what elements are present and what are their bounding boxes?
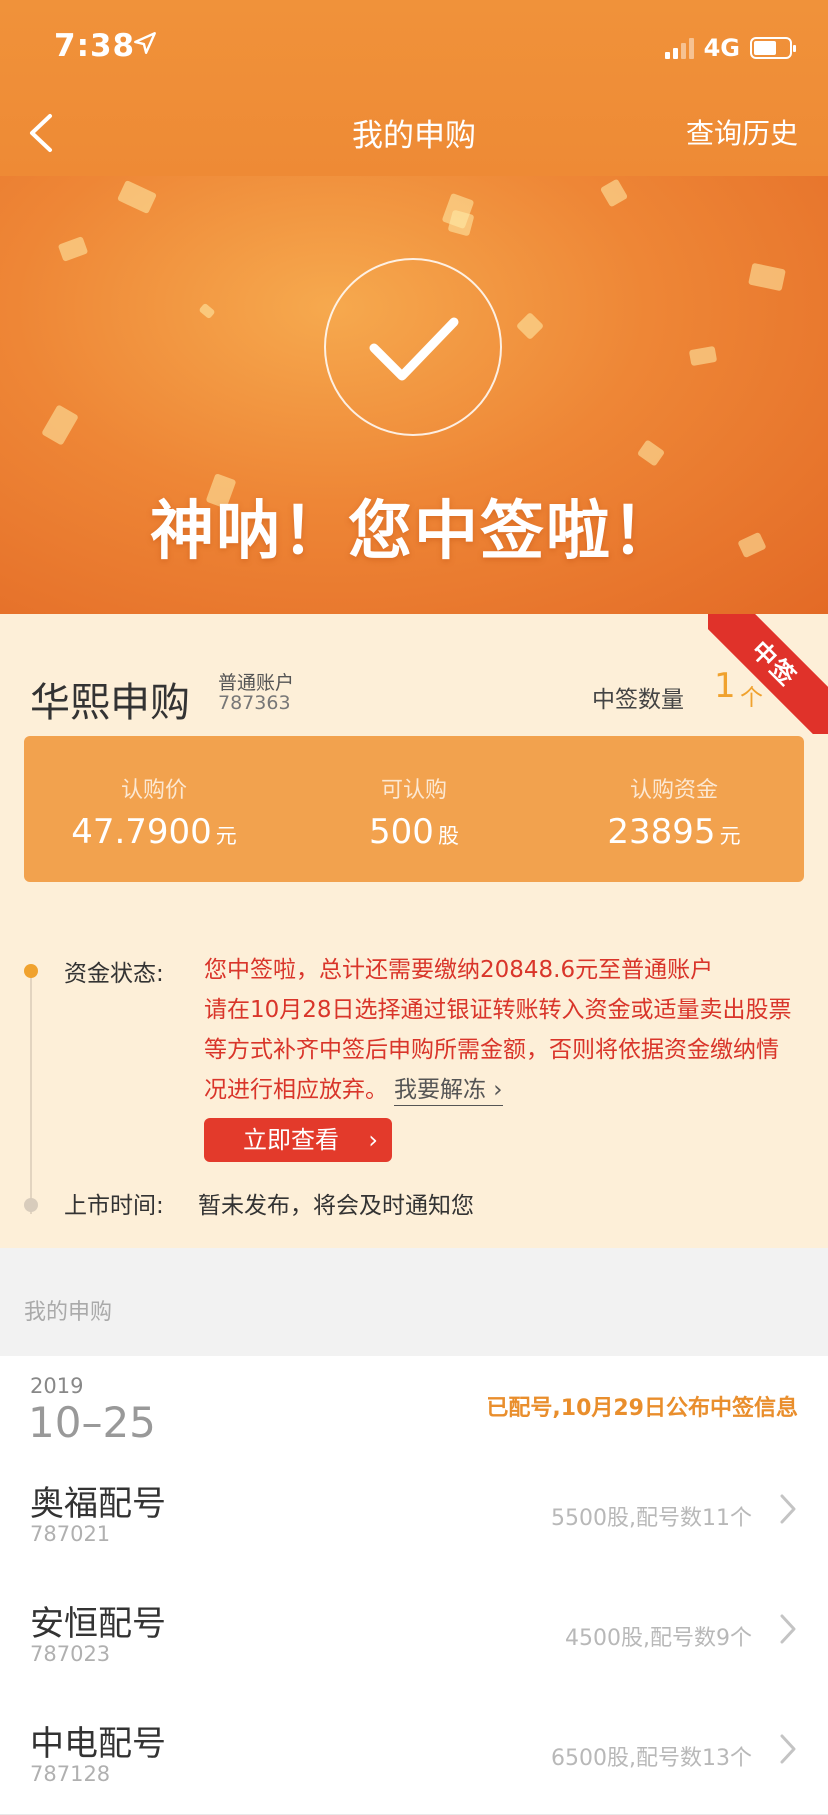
win-count-value: 1	[714, 666, 736, 706]
list-item[interactable]: 中电配号 787128 6500股,配号数13个	[0, 1694, 828, 1815]
confetti-decoration	[636, 439, 666, 467]
info-value-wrap: 23895 元	[544, 812, 804, 852]
battery-icon	[750, 37, 796, 59]
subscription-info-box: 认购价 47.7900 元 可认购 500 股 认购资金 23895 元	[24, 736, 804, 882]
info-value-wrap: 500 股	[284, 812, 544, 852]
confetti-decoration	[198, 302, 216, 320]
fund-status-label: 资金状态:	[64, 961, 164, 987]
item-name: 安恒配号	[30, 1604, 166, 1644]
info-funds: 认购资金 23895 元	[544, 736, 804, 852]
fund-status-text: 您中签啦，总计还需要缴纳20848.6元至普通账户 请在10月28日选择通过银证…	[204, 950, 800, 1110]
stock-name: 华熙申购	[30, 680, 190, 726]
info-label: 可认购	[380, 778, 447, 803]
confetti-decoration	[57, 236, 89, 262]
listing-time-value: 暂未发布，将会及时通知您	[198, 1193, 474, 1219]
list-item[interactable]: 奥福配号 787021 5500股,配号数11个	[0, 1454, 828, 1575]
item-code: 787128	[30, 1762, 111, 1786]
confetti-decoration	[748, 262, 786, 292]
status-time: 7:38	[54, 28, 136, 64]
section-title: 我的申购	[24, 1300, 113, 1325]
date-group-header: 2019 10–25 已配号,10月29日公布中签信息	[0, 1356, 828, 1455]
listing-time-label: 上市时间:	[64, 1193, 164, 1219]
item-detail: 5500股,配号数11个	[551, 1506, 752, 1531]
chevron-right-icon	[780, 1494, 796, 1524]
info-quantity: 可认购 500 股	[284, 736, 544, 852]
view-now-button[interactable]: 立即查看 ›	[204, 1118, 392, 1162]
item-code: 787021	[30, 1522, 111, 1546]
chevron-right-icon	[780, 1734, 796, 1764]
unfreeze-link[interactable]: 我要解冻 ›	[394, 1077, 503, 1106]
confetti-decoration	[599, 178, 629, 208]
item-detail: 6500股,配号数13个	[551, 1746, 752, 1771]
item-name: 中电配号	[30, 1724, 166, 1764]
account-number: 787363	[218, 692, 291, 714]
info-value: 500	[369, 812, 434, 852]
date-day: 10–25	[28, 1398, 156, 1447]
view-now-label: 立即查看	[243, 1126, 339, 1154]
network-type: 4G	[703, 34, 740, 62]
item-detail: 4500股,配号数9个	[565, 1626, 752, 1651]
app-header: 7:38 4G 我的申购 查询历史	[0, 0, 828, 176]
info-unit: 股	[437, 824, 459, 848]
timeline-dot-active	[24, 964, 38, 978]
info-label: 认购资金	[629, 778, 718, 803]
signal-icon	[664, 37, 694, 59]
item-name: 奥福配号	[30, 1484, 166, 1524]
confetti-decoration	[41, 404, 79, 446]
success-circle	[324, 258, 502, 436]
info-price: 认购价 47.7900 元	[24, 736, 284, 852]
item-code: 787023	[30, 1642, 111, 1666]
list-item[interactable]: 安恒配号 787023 4500股,配号数9个	[0, 1574, 828, 1695]
fund-status-line2-wrap: 请在10月28日选择通过银证转账转入资金或适量卖出股票等方式补齐中签后申购所需金…	[204, 990, 800, 1110]
confetti-decoration	[515, 311, 545, 341]
status-indicators: 4G	[664, 34, 796, 62]
fund-status-line1: 您中签啦，总计还需要缴纳20848.6元至普通账户	[204, 957, 714, 983]
success-banner: 神呐！您中签啦！	[0, 176, 828, 614]
info-value-wrap: 47.7900 元	[24, 812, 284, 852]
location-arrow-icon	[134, 32, 156, 54]
timeline-dot-inactive	[24, 1198, 38, 1212]
chevron-right-icon	[780, 1614, 796, 1644]
win-count-label: 中签数量	[592, 687, 684, 713]
info-unit: 元	[215, 824, 237, 848]
my-subscriptions-header: 我的申购	[0, 1248, 828, 1356]
info-unit: 元	[719, 824, 741, 848]
success-title: 神呐！您中签啦！	[150, 495, 678, 569]
query-history-link[interactable]: 查询历史	[686, 112, 798, 152]
info-label: 认购价	[120, 778, 187, 803]
account-type: 普通账户	[218, 672, 295, 694]
timeline-line	[30, 970, 32, 1214]
subscription-result-card: 中签 华熙申购 普通账户 787363 中签数量 1 个 认购价 47.7900…	[0, 614, 828, 1248]
chevron-right-icon: ›	[368, 1126, 378, 1154]
date-year: 2019	[30, 1374, 84, 1398]
win-count-unit: 个	[740, 685, 763, 711]
checkmark-icon	[369, 317, 459, 381]
confetti-decoration	[688, 345, 718, 367]
info-value: 23895	[607, 812, 716, 852]
confetti-decoration	[116, 179, 158, 215]
allotment-status: 已配号,10月29日公布中签信息	[486, 1396, 798, 1421]
info-value: 47.7900	[71, 812, 212, 852]
